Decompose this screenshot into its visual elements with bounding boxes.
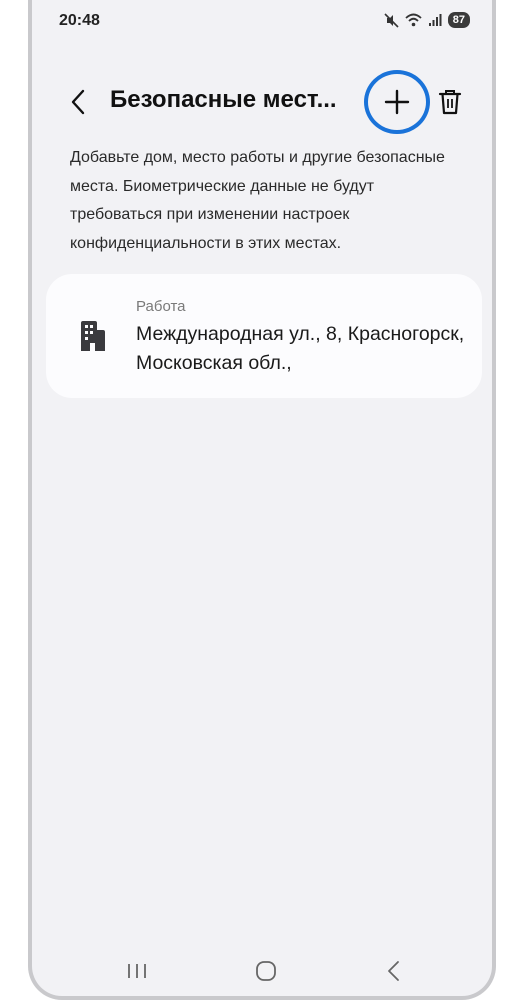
status-bar: 20:48 87 — [32, 0, 492, 44]
add-place-button[interactable] — [364, 70, 430, 134]
header: Безопасные мест... — [32, 70, 492, 134]
place-label: Работа — [136, 298, 186, 315]
back-button[interactable] — [60, 84, 96, 120]
recent-apps-icon — [128, 964, 146, 978]
home-button[interactable] — [246, 956, 286, 986]
home-icon — [256, 961, 276, 981]
trash-icon — [438, 90, 462, 115]
description-text: Добавьте дом, место работы и другие безо… — [70, 149, 445, 252]
status-time: 20:48 — [59, 12, 100, 29]
recent-apps-button[interactable] — [117, 956, 157, 986]
place-card-work[interactable]: Работа Международная ул., 8, Красногорск… — [46, 274, 482, 398]
delete-button[interactable] — [434, 86, 466, 118]
place-address: Международная ул., 8, Красногорск, Моско… — [136, 323, 465, 374]
screen: 20:48 87 Безопасные мест... Добавьте дом… — [32, 0, 492, 996]
signal-icon — [428, 13, 442, 27]
mute-icon — [384, 12, 399, 28]
battery-icon: 87 — [447, 12, 470, 28]
navigation-bar — [32, 946, 492, 996]
status-icons: 87 — [384, 12, 470, 28]
chevron-left-icon — [71, 89, 85, 115]
wifi-icon — [405, 13, 422, 27]
nav-back-button[interactable] — [374, 956, 414, 986]
back-icon — [388, 961, 399, 981]
plus-icon — [384, 89, 410, 115]
page-title: Безопасные мест... — [110, 86, 337, 113]
building-icon — [81, 321, 105, 351]
